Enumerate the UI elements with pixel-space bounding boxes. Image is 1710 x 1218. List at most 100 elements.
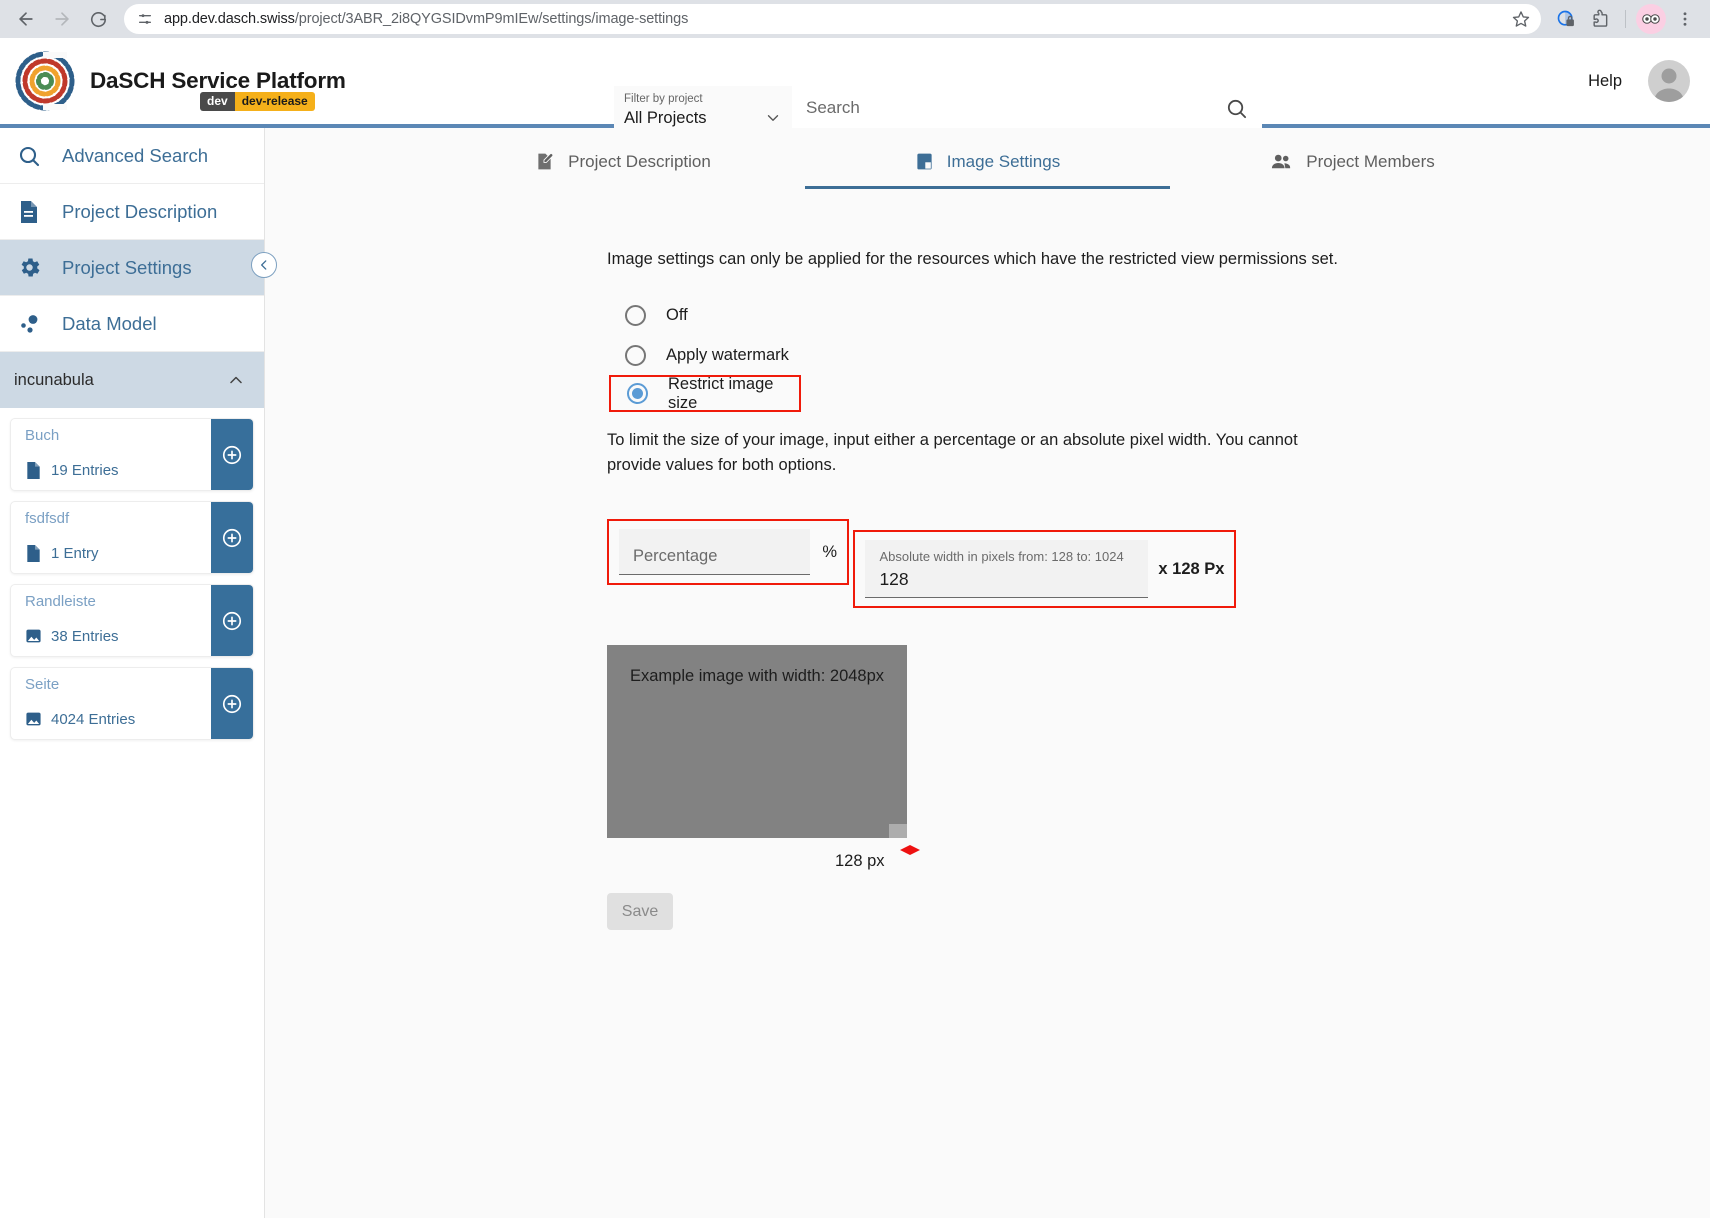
star-icon[interactable] [1507, 5, 1535, 33]
document-icon [25, 544, 42, 563]
ontology-list: Buch 19 Entries fsdfsdf 1 Entry Randleis… [0, 408, 264, 740]
save-button[interactable]: Save [607, 893, 673, 930]
radio-label: Off [666, 305, 688, 324]
ontology-name: Randleiste [25, 593, 96, 610]
extensions-puzzle-icon[interactable] [1585, 4, 1615, 34]
three-dot-menu-icon[interactable] [1670, 4, 1700, 34]
profile-glasses-avatar[interactable] [1636, 4, 1666, 34]
preview-size-label: 128 px [835, 852, 885, 870]
user-avatar[interactable] [1648, 60, 1690, 102]
search-placeholder: Search [806, 98, 860, 117]
privacy-lock-icon[interactable] [1551, 4, 1581, 34]
sidebar-item-label: Data Model [62, 312, 157, 334]
add-resource-button[interactable] [211, 585, 253, 656]
settings-tabs: Project Description Image Settings Proje… [440, 128, 1535, 189]
project-filter-label: Filter by project [624, 93, 703, 105]
absolute-width-suffix: x 128 Px [1158, 559, 1225, 578]
address-bar[interactable]: app.dev.dasch.swiss/project/3ABR_2i8QYGS… [124, 4, 1541, 34]
radio-icon[interactable] [625, 304, 646, 326]
search-icon [14, 144, 44, 168]
ontology-count: 38 Entries [51, 628, 119, 645]
tab-label: Project Members [1306, 151, 1435, 171]
sidebar: Advanced Search Project Description Proj… [0, 128, 277, 1218]
tab-label: Project Description [568, 151, 711, 171]
people-icon [1270, 150, 1293, 173]
data-model-icon [14, 312, 44, 336]
reload-button[interactable] [82, 3, 114, 35]
ontology-count: 4024 Entries [51, 711, 136, 728]
image-settings-icon [915, 152, 934, 171]
back-button[interactable] [10, 3, 42, 35]
ontology-name: Seite [25, 676, 60, 693]
project-filter-select[interactable]: Filter by project All Projects [614, 86, 792, 134]
project-group-incunabula[interactable]: incunabula [0, 352, 264, 408]
ontology-name: Buch [25, 427, 60, 444]
search-input[interactable]: Search [792, 86, 1262, 130]
sidebar-item-label: Project Description [62, 200, 218, 222]
page-layout: Advanced Search Project Description Proj… [0, 128, 1710, 1218]
add-resource-button[interactable] [211, 502, 253, 573]
sidebar-item-label: Project Settings [62, 256, 192, 278]
sidebar-item-project-description[interactable]: Project Description [0, 184, 264, 240]
forward-button[interactable] [46, 3, 78, 35]
help-link[interactable]: Help [1588, 72, 1622, 91]
add-resource-button[interactable] [211, 668, 253, 739]
sidebar-item-project-settings[interactable]: Project Settings [0, 240, 264, 296]
browser-toolbar: app.dev.dasch.swiss/project/3ABR_2i8QYGS… [0, 0, 1710, 38]
sidebar-item-advanced-search[interactable]: Advanced Search [0, 128, 264, 184]
absolute-width-input[interactable]: Absolute width in pixels from: 128 to: 1… [865, 540, 1149, 598]
search-icon[interactable] [1225, 97, 1248, 120]
release-badge: dev dev-release [200, 92, 315, 111]
image-preview-area: Example image with width: 2048px 128 px … [607, 645, 920, 930]
radio-icon[interactable] [625, 344, 646, 366]
badge-env: dev [200, 92, 235, 111]
image-settings-panel: Image settings can only be applied for t… [607, 189, 1367, 930]
restricted-size-indicator [889, 824, 907, 838]
radio-option-restrict-image-size[interactable]: Restrict image size [609, 375, 801, 412]
document-icon [14, 200, 44, 224]
list-item[interactable]: Buch 19 Entries [10, 418, 254, 491]
radio-option-apply-watermark[interactable]: Apply watermark [607, 335, 1367, 375]
absolute-width-value: 128 [879, 569, 909, 589]
document-icon [25, 461, 42, 480]
image-icon [25, 627, 42, 646]
percentage-placeholder: Percentage [633, 547, 718, 565]
list-item[interactable]: Randleiste 38 Entries [10, 584, 254, 657]
list-item[interactable]: Seite 4024 Entries [10, 667, 254, 740]
chevron-up-icon[interactable] [226, 370, 246, 390]
project-group-name: incunabula [14, 370, 94, 389]
header-right: Help [1588, 60, 1690, 102]
ontology-count: 19 Entries [51, 462, 119, 479]
sidebar-item-label: Advanced Search [62, 144, 209, 166]
badge-release: dev-release [234, 92, 315, 111]
app-header: DaSCH Service Platform dev dev-release F… [0, 38, 1710, 150]
tab-project-description[interactable]: Project Description [440, 150, 805, 189]
radio-option-off[interactable]: Off [607, 295, 1367, 335]
image-settings-intro: Image settings can only be applied for t… [607, 250, 1338, 268]
preview-size-row: 128 px [607, 845, 920, 871]
edit-document-icon [534, 151, 555, 172]
browser-actions [1545, 4, 1700, 34]
percentage-field-highlight: Percentage % [607, 519, 849, 585]
radio-icon[interactable] [627, 383, 648, 404]
chevron-down-icon[interactable] [764, 109, 782, 127]
add-resource-button[interactable] [211, 419, 253, 490]
example-image: Example image with width: 2048px [607, 645, 907, 838]
project-filter-value: All Projects [624, 109, 707, 127]
main-content: Project Description Image Settings Proje… [265, 128, 1710, 1218]
tab-image-settings[interactable]: Image Settings [805, 150, 1170, 189]
example-image-caption: Example image with width: 2048px [629, 667, 885, 685]
sidebar-collapse-button[interactable] [251, 252, 277, 278]
site-settings-icon[interactable] [136, 10, 154, 28]
absolute-width-label: Absolute width in pixels from: 128 to: 1… [879, 549, 1124, 564]
toolbar-divider [1625, 10, 1626, 28]
tab-project-members[interactable]: Project Members [1170, 150, 1535, 189]
list-item[interactable]: fsdfsdf 1 Entry [10, 501, 254, 574]
radio-label: Restrict image size [668, 374, 774, 412]
sidebar-item-data-model[interactable]: Data Model [0, 296, 264, 352]
red-diamond-marker [899, 844, 921, 863]
percentage-input[interactable]: Percentage [619, 529, 811, 575]
tab-label: Image Settings [946, 151, 1061, 171]
gear-icon [14, 255, 44, 280]
percent-sign-label: % [822, 542, 837, 561]
